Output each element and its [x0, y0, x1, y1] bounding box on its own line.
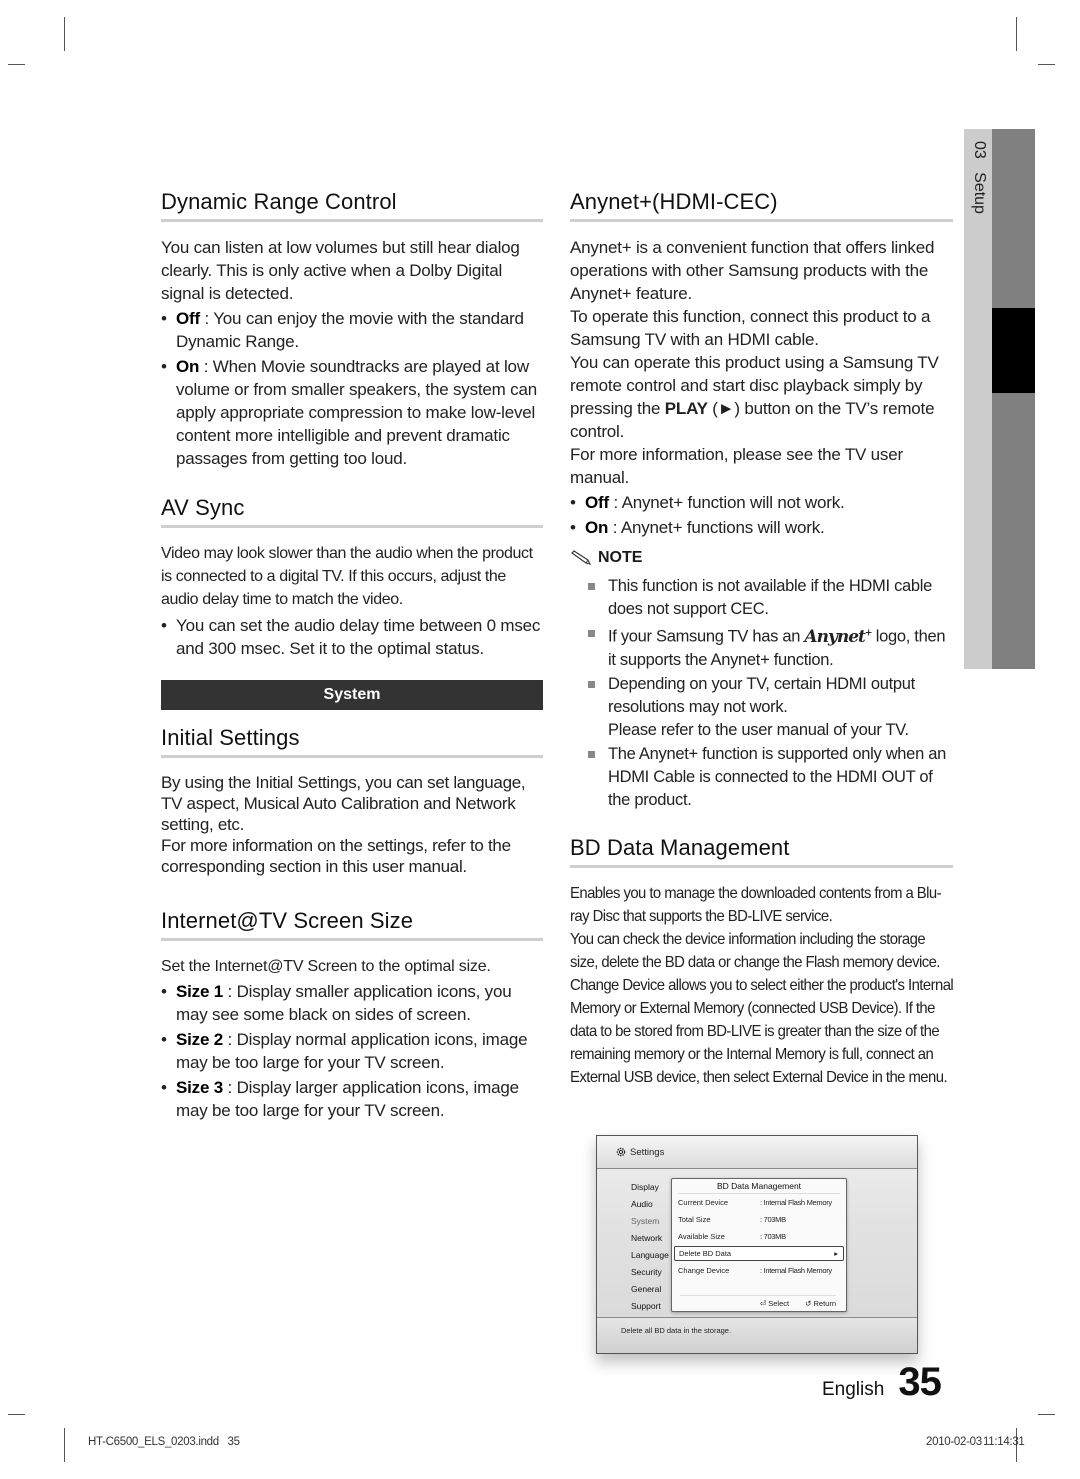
paragraph: For more information on the settings, re…: [161, 836, 511, 876]
tv-status-bar: Delete all BD data in the storage.: [597, 1317, 917, 1353]
list-item: On : When Movie soundtracks are played a…: [161, 355, 543, 470]
tv-menu-item-network[interactable]: Network: [631, 1230, 669, 1247]
tv-menu-item-system[interactable]: System: [631, 1213, 669, 1230]
section-dynamic-range-control: Dynamic Range Control You can listen at …: [161, 188, 543, 470]
enter-icon: ⏎: [759, 1299, 767, 1308]
slug-date: 2010-02-03: [926, 1436, 982, 1448]
note-item: If your Samsung TV has an Anynet+ logo, …: [570, 622, 953, 672]
pencil-note-icon: [571, 550, 592, 565]
option-list: You can set the audio delay time between…: [161, 614, 543, 660]
tv-menu-item-audio[interactable]: Audio: [631, 1196, 669, 1213]
option-list: Off : Anynet+ function will not work. On…: [570, 491, 953, 539]
page-number: 35: [898, 1360, 941, 1404]
list-item: You can set the audio delay time between…: [161, 614, 543, 660]
left-column: Dynamic Range Control You can listen at …: [161, 188, 543, 1142]
arrow-right-icon: ▸: [834, 1249, 838, 1258]
note-item: This function is not available if the HD…: [570, 575, 953, 621]
section-title: Dynamic Range Control: [161, 188, 543, 222]
crop-mark: [64, 17, 65, 51]
select-hint[interactable]: ⏎ Select: [760, 1299, 789, 1308]
return-hint[interactable]: ↺ Return: [805, 1299, 836, 1308]
section-bd-data-management: BD Data Management Enables you to manage…: [570, 834, 954, 1089]
paragraph: By using the Initial Settings, you can s…: [161, 773, 526, 834]
note-heading: NOTE: [570, 549, 953, 567]
list-item: Off : You can enjoy the movie with the s…: [161, 307, 543, 353]
option-list: Size 1 : Display smaller application ico…: [161, 980, 543, 1122]
popup-title: BD Data Management: [678, 1179, 840, 1194]
popup-row-available-size: Available Size: 703MB: [678, 1232, 786, 1241]
language-label: English: [822, 1379, 885, 1400]
tv-menu-item-support[interactable]: Support: [631, 1298, 669, 1315]
gear-icon: [616, 1147, 626, 1157]
crop-mark: [64, 1428, 65, 1462]
section-title: Initial Settings: [161, 724, 543, 758]
tv-settings-menu: Display Audio System Network Language Se…: [631, 1179, 669, 1315]
section-title: Internet@TV Screen Size: [161, 907, 543, 941]
option-list: Off : You can enjoy the movie with the s…: [161, 307, 543, 470]
list-item: Size 2 : Display normal application icon…: [161, 1028, 543, 1074]
paragraph: Anynet+ is a convenient function that of…: [570, 238, 935, 303]
paragraph: You can listen at low volumes but still …: [161, 238, 520, 303]
section-anynet: Anynet+(HDMI-CEC) Anynet+ is a convenien…: [570, 188, 953, 812]
change-device-option[interactable]: Change Device: Internal Flash Memory: [672, 1262, 846, 1279]
tv-menu-item-display[interactable]: Display: [631, 1179, 669, 1196]
list-item: On : Anynet+ functions will work.: [570, 516, 953, 539]
note-list: This function is not available if the HD…: [570, 575, 953, 812]
section-title: Anynet+(HDMI-CEC): [570, 188, 953, 222]
paragraph: Enables you to manage the downloaded con…: [570, 884, 942, 925]
popup-row-total-size: Total Size: 703MB: [678, 1215, 786, 1224]
paragraph: For more information, please see the TV …: [570, 445, 903, 487]
slug-time: 11:14:31: [983, 1436, 1025, 1448]
tv-header: Settings: [597, 1136, 917, 1169]
chapter-index-bar: [992, 129, 1035, 669]
section-initial-settings: Initial Settings By using the Initial Se…: [161, 724, 543, 877]
anynet-logo: Anynet+: [804, 626, 872, 647]
slug-filename: HT-C6500_ELS_0203.indd 35: [88, 1436, 240, 1448]
list-item: Size 1 : Display smaller application ico…: [161, 980, 543, 1026]
popup-footer: ⏎ Select ↺ Return: [680, 1295, 836, 1308]
return-icon: ↺: [805, 1299, 812, 1308]
section-internet-tv-screen-size: Internet@TV Screen Size Set the Internet…: [161, 907, 543, 1122]
paragraph: You can check the device information inc…: [570, 930, 954, 1086]
chapter-label: Setup: [971, 172, 988, 214]
paragraph: To operate this function, connect this p…: [570, 307, 931, 349]
note-item: The Anynet+ function is supported only w…: [570, 743, 953, 812]
crop-mark: [1038, 1414, 1055, 1415]
list-item: Off : Anynet+ function will not work.: [570, 491, 953, 514]
page-number-block: English 35: [822, 1360, 942, 1405]
section-title: AV Sync: [161, 494, 543, 528]
tv-header-title: Settings: [630, 1146, 665, 1158]
tv-menu-item-security[interactable]: Security: [631, 1264, 669, 1281]
section-av-sync: AV Sync Video may look slower than the a…: [161, 494, 543, 660]
note-item: Depending on your TV, certain HDMI outpu…: [570, 673, 953, 742]
crop-mark: [8, 1414, 25, 1415]
delete-bd-data-option[interactable]: Delete BD Data ▸: [674, 1246, 844, 1261]
tv-settings-screenshot: Settings Display Audio System Network La…: [596, 1135, 918, 1354]
chapter-number: 03: [971, 141, 988, 159]
crop-mark: [1038, 64, 1055, 65]
crop-mark: [1016, 17, 1017, 51]
paragraph: Video may look slower than the audio whe…: [161, 545, 533, 608]
note-label: NOTE: [598, 549, 643, 566]
chapter-tab: 03 Setup: [964, 129, 992, 669]
list-item: Size 3 : Display larger application icon…: [161, 1076, 543, 1122]
bd-data-management-popup: BD Data Management Current Device: Inter…: [671, 1178, 847, 1312]
right-column: Anynet+(HDMI-CEC) Anynet+ is a convenien…: [570, 188, 954, 1109]
section-title: BD Data Management: [570, 834, 953, 868]
tv-menu-item-language[interactable]: Language: [631, 1247, 669, 1264]
paragraph: Set the Internet@TV Screen to the optima…: [161, 958, 491, 975]
popup-row-current-device: Current Device: Internal Flash Memory: [678, 1198, 832, 1207]
paragraph: You can operate this product using a Sam…: [570, 353, 939, 441]
category-band: System: [161, 680, 543, 710]
crop-mark: [8, 64, 25, 65]
tv-menu-item-general[interactable]: General: [631, 1281, 669, 1298]
chapter-index-marker: [992, 308, 1035, 393]
